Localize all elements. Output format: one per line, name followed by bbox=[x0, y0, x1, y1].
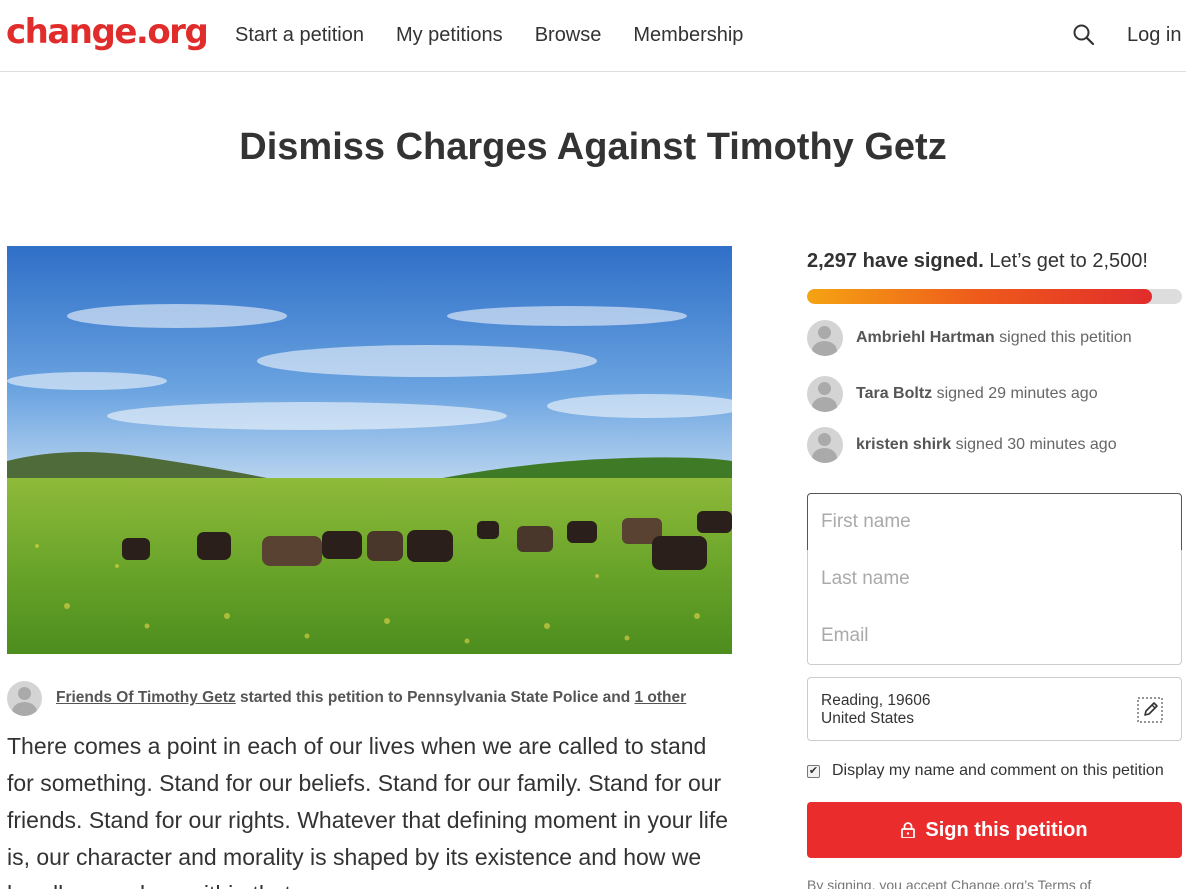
signer-action: signed this petition bbox=[994, 329, 1132, 346]
display-name-option: ✔ Display my name and comment on this pe… bbox=[807, 762, 1164, 780]
display-name-checkbox[interactable]: ✔ bbox=[807, 764, 820, 778]
display-name-label: Display my name and comment on this peti… bbox=[832, 762, 1164, 779]
lock-icon bbox=[901, 822, 916, 838]
signer-avatar bbox=[807, 320, 843, 356]
sign-petition-button[interactable]: Sign this petition bbox=[807, 802, 1182, 858]
last-name-field[interactable] bbox=[807, 550, 1182, 608]
signature-count: 2,297 have signed. Let’s get to 2,500! bbox=[807, 250, 1148, 273]
terms-text: By signing, you accept Change.org’s Term… bbox=[807, 877, 1092, 889]
site-header: change.org Start a petition My petitions… bbox=[0, 0, 1186, 72]
location-country: United States bbox=[821, 710, 915, 727]
main-nav: Start a petition My petitions Browse Mem… bbox=[235, 24, 743, 47]
search-icon[interactable] bbox=[1072, 23, 1096, 47]
signer-avatar bbox=[807, 427, 843, 463]
email-field[interactable] bbox=[807, 607, 1182, 665]
change-org-logo[interactable]: change.org bbox=[6, 12, 209, 52]
signer-name: kristen shirk bbox=[856, 436, 952, 453]
edit-location-icon[interactable] bbox=[1137, 697, 1163, 723]
petition-title: Dismiss Charges Against Timothy Getz bbox=[239, 126, 947, 168]
nav-my-petitions[interactable]: My petitions bbox=[396, 24, 503, 47]
recent-signer: Tara Boltz signed 29 minutes ago bbox=[807, 376, 1098, 412]
first-name-field[interactable] bbox=[807, 493, 1182, 551]
recent-signer: Ambriehl Hartman signed this petition bbox=[807, 320, 1132, 356]
recent-signer: kristen shirk signed 30 minutes ago bbox=[807, 427, 1117, 463]
signer-name: Ambriehl Hartman bbox=[856, 329, 995, 346]
signer-action: signed 30 minutes ago bbox=[951, 436, 1117, 453]
signer-name: Tara Boltz bbox=[856, 385, 933, 402]
starter-mid-text: started this petition to Pennsylvania St… bbox=[235, 689, 635, 706]
location-city-zip: Reading, 19606 bbox=[821, 692, 931, 709]
nav-start-petition[interactable]: Start a petition bbox=[235, 24, 364, 47]
location-box[interactable]: Reading, 19606 United States bbox=[807, 677, 1182, 741]
signer-action: signed 29 minutes ago bbox=[932, 385, 1098, 402]
petition-body: There comes a point in each of our lives… bbox=[7, 733, 729, 889]
signer-avatar bbox=[807, 376, 843, 412]
signed-count: 2,297 have signed. bbox=[807, 250, 984, 272]
sign-button-label: Sign this petition bbox=[925, 818, 1088, 841]
progress-fill bbox=[807, 289, 1152, 304]
signature-progress-bar bbox=[807, 289, 1182, 304]
nav-membership[interactable]: Membership bbox=[633, 24, 743, 47]
other-target-link[interactable]: 1 other bbox=[635, 689, 687, 706]
starter-name-link[interactable]: Friends Of Timothy Getz bbox=[56, 689, 236, 706]
petition-starter: Friends Of Timothy Getz started this pet… bbox=[7, 680, 732, 716]
login-link[interactable]: Log in bbox=[1127, 24, 1182, 47]
starter-text: Friends Of Timothy Getz started this pet… bbox=[56, 689, 686, 707]
goal-text: Let’s get to 2,500! bbox=[983, 250, 1148, 272]
petition-hero-image bbox=[7, 246, 732, 654]
nav-browse[interactable]: Browse bbox=[535, 24, 602, 47]
starter-avatar bbox=[7, 680, 42, 716]
